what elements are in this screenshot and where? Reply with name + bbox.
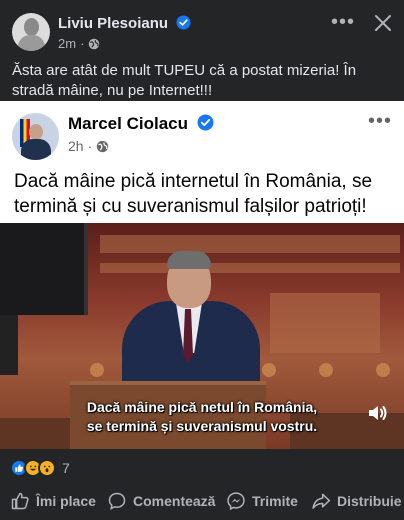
post-text: Ăsta are atât de mult TUPEU că a postat … bbox=[12, 62, 357, 99]
subtitle-line-2: se termină și suveranismul vostru. bbox=[86, 418, 318, 434]
comment-button[interactable]: Comentează bbox=[107, 486, 215, 516]
messenger-icon bbox=[227, 492, 245, 511]
send-label: Trimite bbox=[252, 493, 298, 509]
share-button[interactable]: Distribuie bbox=[311, 486, 402, 516]
shared-author-name-row[interactable]: Marcel Ciolacu bbox=[68, 114, 214, 134]
wow-reaction-icon bbox=[38, 459, 56, 477]
more-icon[interactable]: ••• bbox=[368, 111, 392, 131]
globe-icon bbox=[97, 140, 109, 152]
author-avatar[interactable] bbox=[12, 13, 50, 51]
close-icon[interactable] bbox=[373, 13, 393, 33]
facebook-post: Liviu Plesoianu 2m · ••• Ăsta are atât d… bbox=[0, 0, 404, 520]
shared-post-meta: 2h · bbox=[68, 138, 109, 154]
post-time[interactable]: 2m bbox=[58, 36, 76, 51]
action-bar: Îmi place Comentează Trimite Distribuie bbox=[0, 486, 404, 516]
more-icon[interactable]: ••• bbox=[331, 12, 355, 32]
post-header: Liviu Plesoianu 2m · ••• bbox=[0, 0, 404, 56]
sound-icon[interactable] bbox=[366, 401, 390, 425]
send-button[interactable]: Trimite bbox=[226, 486, 298, 516]
share-label: Distribuie bbox=[337, 493, 402, 509]
globe-icon bbox=[89, 38, 100, 49]
reactions-summary[interactable]: 7 bbox=[10, 458, 70, 478]
author-name-row[interactable]: Liviu Plesoianu bbox=[58, 15, 191, 32]
monitor-screen bbox=[0, 223, 88, 315]
shared-author-avatar[interactable] bbox=[12, 113, 59, 160]
shared-post-time[interactable]: 2h bbox=[68, 138, 84, 154]
verified-badge-icon bbox=[197, 114, 214, 131]
reaction-count[interactable]: 7 bbox=[62, 460, 70, 476]
comment-icon bbox=[108, 492, 126, 510]
like-label: Îmi place bbox=[36, 493, 96, 509]
shared-post-card[interactable]: Marcel Ciolacu 2h · ••• Dacă mâine pică … bbox=[0, 101, 404, 449]
share-icon bbox=[312, 493, 331, 509]
video-subtitle: Dacă mâine pică netul în România, se ter… bbox=[0, 398, 404, 436]
post-meta: 2m · bbox=[58, 36, 100, 51]
like-icon bbox=[11, 492, 29, 510]
video-player[interactable]: Dacă mâine pică netul în România, se ter… bbox=[0, 223, 404, 449]
shared-author-name[interactable]: Marcel Ciolacu bbox=[68, 114, 188, 133]
like-button[interactable]: Îmi place bbox=[10, 486, 96, 516]
verified-badge-icon bbox=[176, 15, 191, 30]
shared-post-text: Dacă mâine pică internetul în România, s… bbox=[14, 171, 373, 217]
author-name[interactable]: Liviu Plesoianu bbox=[58, 15, 168, 32]
subtitle-line-1: Dacă mâine pică netul în România, bbox=[86, 399, 318, 415]
comment-label: Comentează bbox=[133, 493, 216, 509]
